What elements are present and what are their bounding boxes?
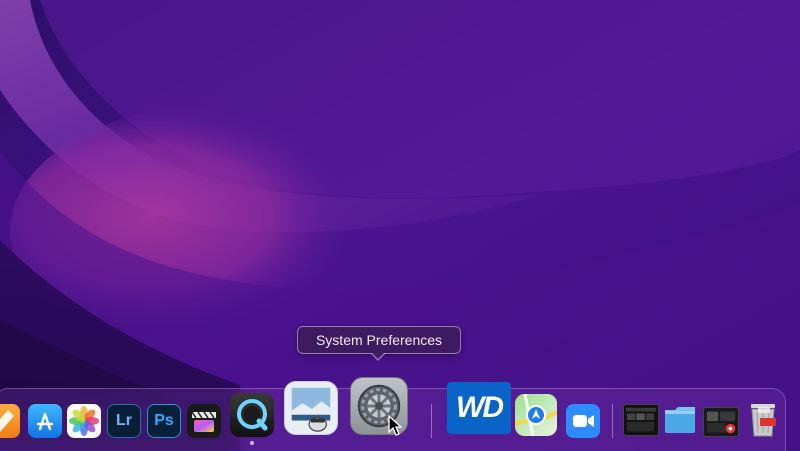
folder-icon (665, 407, 695, 433)
preview-icon (291, 387, 331, 432)
app-store-icon (36, 412, 54, 431)
photoshop-icon: Ps (154, 412, 174, 429)
dock-trash[interactable] (746, 400, 780, 438)
dock-app-photos[interactable] (67, 404, 101, 438)
screenshot-stack-icon (625, 407, 657, 432)
quicktime-icon (237, 399, 268, 431)
mouse-cursor (388, 415, 403, 436)
dock-app-maps[interactable] (515, 394, 557, 436)
screenshot-stack-icon (706, 411, 736, 434)
dock-app-preview[interactable] (284, 381, 338, 435)
trash-icon (751, 404, 776, 437)
dock-stack-folder[interactable] (663, 402, 697, 436)
dock-separator (612, 404, 613, 438)
dock-stack-screenshots-2[interactable] (703, 407, 739, 437)
dock-stack-screenshots-1[interactable] (623, 404, 659, 436)
dock-app-photoshop[interactable]: Ps (147, 404, 181, 438)
wd-icon: WD (456, 391, 504, 424)
dock-separator (431, 404, 432, 438)
dock-app-wd[interactable]: WD (447, 382, 511, 434)
dock-app-app-store[interactable] (28, 404, 62, 438)
dock-app-lightroom[interactable]: Lr (107, 404, 141, 438)
dock-app-quicktime-player[interactable] (230, 393, 274, 437)
running-indicator (250, 441, 254, 445)
pages-icon (0, 410, 14, 432)
photos-icon (69, 406, 99, 436)
lightroom-icon: Lr (116, 412, 132, 429)
dock-tooltip: System Preferences (297, 326, 461, 354)
maps-icon (515, 394, 557, 436)
tooltip-arrow (370, 352, 386, 361)
dock-app-final-cut-pro[interactable] (187, 404, 221, 438)
final-cut-pro-icon (191, 411, 216, 432)
dock-app-zoom[interactable] (566, 404, 600, 438)
dock-app-pages[interactable] (0, 404, 20, 438)
zoom-icon (573, 415, 594, 427)
